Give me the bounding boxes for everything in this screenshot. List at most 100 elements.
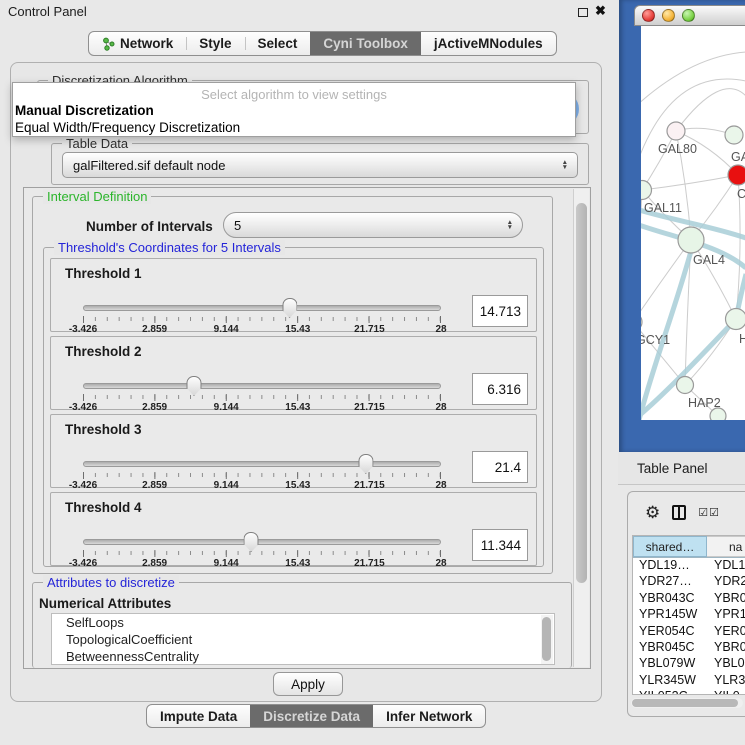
list-item[interactable]: BetweennessCentrality xyxy=(52,648,554,665)
table-panel: ⚙ ☑☑ shared… na YDL19…YDL1 YDR27…YDR2 YB… xyxy=(627,491,745,717)
table-row[interactable]: YDL19…YDL1 xyxy=(633,558,745,574)
checkbox-icons[interactable]: ☑☑ xyxy=(698,506,720,519)
column-header-shared[interactable]: shared… xyxy=(633,536,707,557)
node-gal11[interactable] xyxy=(641,181,652,200)
settings-scrollpane: Interval Definition Number of Intervals … xyxy=(23,187,591,669)
list-scrollbar[interactable] xyxy=(541,615,553,665)
scrollbar-thumb[interactable] xyxy=(632,699,738,707)
popup-option-equal-width-frequency[interactable]: Equal Width/Frequency Discretization xyxy=(13,119,575,136)
node-h[interactable] xyxy=(726,309,745,330)
node-label: GA xyxy=(731,150,745,164)
algorithm-dropdown-popup: Select algorithm to view settings Manual… xyxy=(12,82,576,137)
threshold-panel-4: Threshold 4 -3.4262.8599.14415.4321.7152… xyxy=(50,492,537,566)
threshold-1-value[interactable]: 14.713 xyxy=(472,295,528,327)
number-of-intervals-combo[interactable]: 5 ▲▼ xyxy=(223,212,523,238)
node-gal4[interactable] xyxy=(678,227,704,253)
minimize-traffic-light-icon[interactable] xyxy=(662,9,675,22)
node-label: H xyxy=(739,332,745,346)
node-red[interactable] xyxy=(728,165,745,185)
threshold-2-value[interactable]: 6.316 xyxy=(472,373,528,405)
tab-cyni-toolbox-label: Cyni Toolbox xyxy=(323,36,408,51)
table-data-group: Table Data galFiltered.sif default node … xyxy=(51,143,589,185)
settings-scrollbar[interactable] xyxy=(573,189,589,667)
table-row[interactable]: YIL052CYIL0 xyxy=(633,689,745,695)
close-icon[interactable]: ✖ xyxy=(595,3,606,19)
table-row[interactable]: YER054CYER0 xyxy=(633,624,745,640)
tab-impute-data[interactable]: Impute Data xyxy=(147,705,250,727)
tab-cyni-toolbox[interactable]: Cyni Toolbox xyxy=(310,32,421,55)
column-header-name[interactable]: na xyxy=(707,536,745,557)
network-view-canvas[interactable]: GAL80 GA C GAL11 GAL4 GCY1 H HAP2 xyxy=(641,26,745,420)
popup-option-manual-discretization[interactable]: Manual Discretization xyxy=(13,102,575,119)
slider-track[interactable] xyxy=(83,461,441,467)
tab-discretize-data[interactable]: Discretize Data xyxy=(250,705,373,727)
tab-style-label: Style xyxy=(199,36,231,51)
network-desktop: GAL80 GA C GAL11 GAL4 GCY1 H HAP2 xyxy=(619,0,745,452)
threshold-4-value[interactable]: 11.344 xyxy=(472,529,528,561)
slider-scale-labels: -3.4262.8599.14415.4321.71528 xyxy=(83,558,441,570)
number-of-intervals-value: 5 xyxy=(234,218,241,233)
table-row[interactable]: YPR145WYPR1 xyxy=(633,607,745,623)
tab-jactivemnodules-label: jActiveMNodules xyxy=(434,36,543,51)
slider-scale-labels: -3.4262.8599.14415.4321.71528 xyxy=(83,324,441,336)
tab-network-label: Network xyxy=(120,36,173,51)
control-panel-titlebar: Control Panel ✖ xyxy=(0,0,618,24)
thresholds-group-title: Threshold's Coordinates for 5 Intervals xyxy=(54,240,285,255)
node-label: GAL4 xyxy=(693,253,725,267)
tab-select[interactable]: Select xyxy=(245,32,311,55)
apply-button[interactable]: Apply xyxy=(273,672,343,696)
threshold-1-slider: -3.4262.8599.14415.4321.71528 xyxy=(83,303,441,331)
columns-icon[interactable] xyxy=(672,505,686,520)
threshold-4-handle[interactable] xyxy=(244,532,259,552)
slider-track[interactable] xyxy=(83,383,441,389)
float-window-icon[interactable] xyxy=(578,8,588,17)
threshold-panel-1: Threshold 1 -3.4262.8599.14415.4321.7152… xyxy=(50,258,537,332)
numerical-attributes-list[interactable]: SelfLoops TopologicalCoefficient Between… xyxy=(51,613,555,665)
list-item[interactable]: TopologicalCoefficient xyxy=(52,631,554,648)
tab-infer-network-label: Infer Network xyxy=(386,709,472,724)
table-data-combo[interactable]: galFiltered.sif default node ▲▼ xyxy=(62,152,578,178)
popup-hint: Select algorithm to view settings xyxy=(13,83,575,102)
node-label: C xyxy=(737,187,745,201)
network-node-labels: GAL80 GA C GAL11 GAL4 GCY1 H HAP2 xyxy=(641,142,745,410)
tab-infer-network[interactable]: Infer Network xyxy=(373,705,485,727)
combo-spinner-icon: ▲▼ xyxy=(507,220,513,230)
horizontal-scrollbar[interactable] xyxy=(631,698,743,708)
interval-definition-group: Interval Definition Number of Intervals … xyxy=(32,196,553,574)
threshold-1-label: Threshold 1 xyxy=(65,266,142,281)
threshold-3-handle[interactable] xyxy=(358,454,373,474)
slider-track[interactable] xyxy=(83,305,441,311)
tab-discretize-data-label: Discretize Data xyxy=(263,709,360,724)
tab-network[interactable]: Network xyxy=(89,32,186,55)
threshold-1-handle[interactable] xyxy=(282,298,297,318)
numerical-attributes-label: Numerical Attributes xyxy=(39,596,171,611)
table-row[interactable]: YDR27…YDR2 xyxy=(633,574,745,590)
number-of-intervals-label: Number of Intervals xyxy=(86,219,213,234)
table-row[interactable]: YBR045CYBR0 xyxy=(633,640,745,656)
threshold-2-handle[interactable] xyxy=(186,376,201,396)
node-gal80[interactable] xyxy=(667,122,685,140)
node-gcy1[interactable] xyxy=(641,313,642,331)
network-window-titlebar[interactable] xyxy=(634,5,745,26)
threshold-2-slider: -3.4262.8599.14415.4321.71528 xyxy=(83,381,441,409)
slider-track[interactable] xyxy=(83,539,441,545)
tab-jactivemnodules[interactable]: jActiveMNodules xyxy=(421,32,556,55)
scrollbar-thumb[interactable] xyxy=(576,203,587,583)
bottom-tab-bar: Impute Data Discretize Data Infer Networ… xyxy=(146,704,486,728)
combo-spinner-icon: ▲▼ xyxy=(562,160,568,170)
node-hap2[interactable] xyxy=(677,377,694,394)
tab-style[interactable]: Style xyxy=(186,32,244,55)
tab-impute-data-label: Impute Data xyxy=(160,709,237,724)
node-ga[interactable] xyxy=(725,126,743,144)
table-row[interactable]: YBR043CYBR0 xyxy=(633,591,745,607)
gear-icon[interactable]: ⚙ xyxy=(645,504,660,521)
table-row[interactable]: YLR345WYLR3 xyxy=(633,673,745,689)
attributes-group: Attributes to discretize Numerical Attri… xyxy=(32,582,572,668)
node-label: GCY1 xyxy=(641,333,670,347)
threshold-panel-3: Threshold 3 -3.4262.8599.14415.4321.7152… xyxy=(50,414,537,488)
zoom-traffic-light-icon[interactable] xyxy=(682,9,695,22)
list-item[interactable]: SelfLoops xyxy=(52,614,554,631)
threshold-3-value[interactable]: 21.4 xyxy=(472,451,528,483)
close-traffic-light-icon[interactable] xyxy=(642,9,655,22)
table-row[interactable]: YBL079WYBL0 xyxy=(633,656,745,672)
